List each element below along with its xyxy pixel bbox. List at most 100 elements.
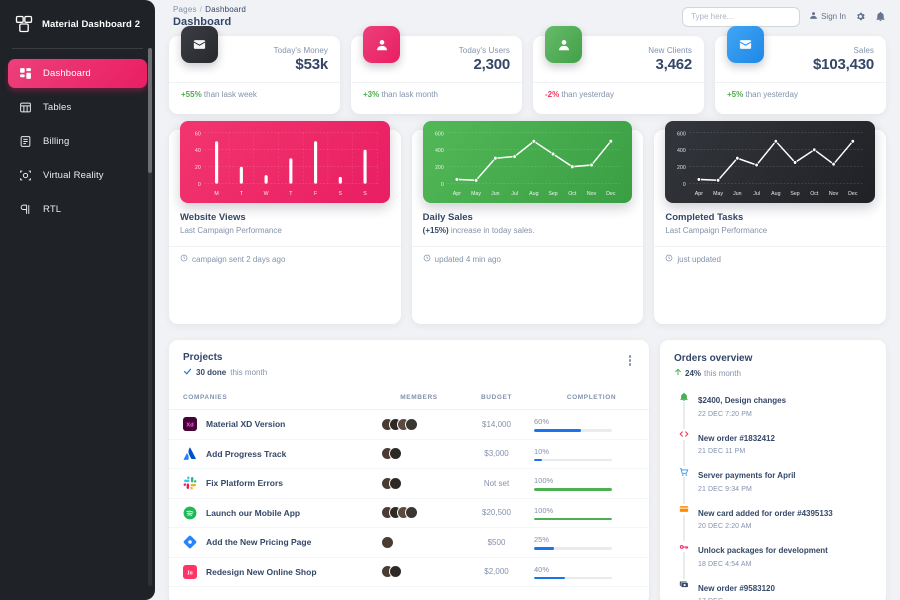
stat-label: Today's Users xyxy=(458,46,510,55)
line-chart: 0 200 400 600 Apr May Jun Jul Aug Sep Oct Nov Dec xyxy=(435,131,621,197)
timeline-item[interactable]: $2400, Design changes 22 DEC 7:20 PM xyxy=(678,390,872,418)
progress-bar xyxy=(534,576,612,579)
stat-card-todays-users: Today's Users 2,300 +3% than lask month xyxy=(351,26,522,114)
divider xyxy=(169,246,401,247)
avatar-group xyxy=(379,476,459,490)
grid-icon xyxy=(18,66,33,81)
projects-title: Projects xyxy=(183,352,223,363)
avatar xyxy=(405,506,418,520)
cell-budget: $500 xyxy=(459,527,534,558)
key-icon xyxy=(678,541,689,552)
topbar-actions: Sign In xyxy=(682,6,886,27)
svg-text:Jun: Jun xyxy=(733,191,741,197)
stat-footer: +5% than yesterday xyxy=(727,90,874,99)
arrow-up-icon xyxy=(674,368,682,378)
table-row[interactable]: Launch our Mobile App $20,500 100% xyxy=(169,498,649,528)
main-content: Pages/Dashboard Dashboard Sign In xyxy=(155,0,900,600)
sidebar-scrollbar[interactable] xyxy=(148,48,152,586)
svg-text:S: S xyxy=(363,191,367,197)
svg-text:Aug: Aug xyxy=(772,191,781,197)
breadcrumb: Pages / Dashboard xyxy=(173,5,246,14)
cart-icon xyxy=(678,466,689,477)
more-vertical-icon[interactable] xyxy=(625,352,636,369)
code-icon xyxy=(678,428,689,440)
chart-footer-text: just updated xyxy=(677,254,721,264)
cell-members xyxy=(379,409,459,440)
projects-table: COMPANIES MEMBERS BUDGET COMPLETION Xd Ma… xyxy=(169,388,649,587)
slack-icon xyxy=(183,476,197,490)
budget-value: $3,000 xyxy=(484,449,509,459)
breadcrumb-block: Pages / Dashboard Dashboard xyxy=(173,5,246,28)
avatar xyxy=(389,447,402,461)
table-row[interactable]: In Redesign New Online Shop $2,000 40% xyxy=(169,557,649,587)
sidebar-scrollbar-thumb[interactable] xyxy=(148,48,152,173)
breadcrumb-separator: / xyxy=(199,5,203,14)
table-row[interactable]: Xd Material XD Version $14,000 60% xyxy=(169,409,649,440)
gear-icon[interactable] xyxy=(855,11,866,22)
sidebar-item-billing[interactable]: Billing xyxy=(8,127,147,156)
svg-text:Apr: Apr xyxy=(452,191,460,197)
chart-title: Daily Sales xyxy=(422,212,473,223)
cell-completion: 10% xyxy=(534,439,649,469)
bell-icon xyxy=(678,391,689,402)
sidebar-item-virtual-reality[interactable]: Virtual Reality xyxy=(8,161,147,190)
svg-text:Nov: Nov xyxy=(587,191,597,197)
svg-text:0: 0 xyxy=(440,182,443,188)
person-icon xyxy=(363,26,400,63)
column-header-completion: COMPLETION xyxy=(534,388,649,410)
stat-delta: +55% xyxy=(181,90,202,99)
search-input[interactable] xyxy=(682,6,801,27)
orders-timeline: $2400, Design changes 22 DEC 7:20 PM New o… xyxy=(674,390,872,600)
svg-text:400: 400 xyxy=(435,148,444,154)
cell-company: Launch our Mobile App xyxy=(169,498,379,528)
svg-text:40: 40 xyxy=(195,148,201,154)
timeline-timestamp: 20 DEC 2:20 AM xyxy=(698,523,752,530)
avatar xyxy=(389,476,402,490)
timeline-item[interactable]: New card added for order #4395133 20 DEC … xyxy=(678,503,872,530)
avatar-group xyxy=(379,417,459,431)
cell-budget: $3,000 xyxy=(459,439,534,469)
timeline-title: New order #1832412 xyxy=(698,433,775,443)
progress-bar xyxy=(534,547,612,550)
sidebar-item-rtl[interactable]: RTL xyxy=(8,195,147,224)
cell-company: Xd Material XD Version xyxy=(169,409,379,440)
chart-title: Website Views xyxy=(180,212,246,223)
chart-subtitle: (+15%) increase in today sales. xyxy=(423,226,633,235)
svg-text:200: 200 xyxy=(435,165,444,171)
table-row[interactable]: Fix Platform Errors Not set 100% xyxy=(169,468,649,499)
svg-text:0: 0 xyxy=(683,182,686,188)
rtl-icon xyxy=(18,202,33,217)
projects-done-count: 30 done xyxy=(196,368,227,377)
chart-footer: campaign sent 2 days ago xyxy=(180,254,390,264)
timeline-item[interactable]: New order #958312017 DEC xyxy=(678,578,872,600)
brand[interactable]: Material Dashboard 2 xyxy=(0,0,155,46)
column-header-companies: COMPANIES xyxy=(169,388,379,410)
company-name: Launch our Mobile App xyxy=(206,507,301,518)
bell-icon[interactable] xyxy=(875,11,886,22)
company-name: Material XD Version xyxy=(206,419,286,430)
sidebar-nav: Dashboard Tables Billing Virtual Reality… xyxy=(0,55,155,233)
completion-percent: 100% xyxy=(534,505,554,515)
timeline-item[interactable]: Unlock packages for development 18 DEC 4:… xyxy=(678,540,872,568)
svg-text:600: 600 xyxy=(677,131,686,137)
sign-in-label: Sign In xyxy=(821,12,846,21)
breadcrumb-root[interactable]: Pages xyxy=(173,5,197,14)
avatar-group xyxy=(379,506,459,520)
company-name: Fix Platform Errors xyxy=(206,478,283,489)
sidebar-item-tables[interactable]: Tables xyxy=(8,93,147,122)
budget-value: $2,000 xyxy=(484,567,509,577)
sidebar-item-dashboard[interactable]: Dashboard xyxy=(8,59,147,88)
sign-in-button[interactable]: Sign In xyxy=(809,11,846,22)
chart-title: Completed Tasks xyxy=(665,212,744,223)
timeline-item[interactable]: Server payments for April 21 DEC 9:34 PM xyxy=(678,465,872,493)
svg-text:Dec: Dec xyxy=(848,191,858,197)
avatar-group xyxy=(379,447,459,461)
divider xyxy=(715,82,886,83)
timeline-item[interactable]: New order #1832412 21 DEC 11 PM xyxy=(678,428,872,455)
divider xyxy=(654,246,887,247)
svg-text:Apr: Apr xyxy=(695,191,703,197)
chart-card-daily-sales: 0 200 400 600 Apr May Jun Jul Aug Sep Oct Nov Dec Da… xyxy=(411,121,644,324)
timeline-title: Unlock packages for development xyxy=(698,546,828,555)
table-row[interactable]: Add Progress Track $3,000 10% xyxy=(169,439,649,469)
table-row[interactable]: Add the New Pricing Page $500 25% xyxy=(169,527,649,558)
